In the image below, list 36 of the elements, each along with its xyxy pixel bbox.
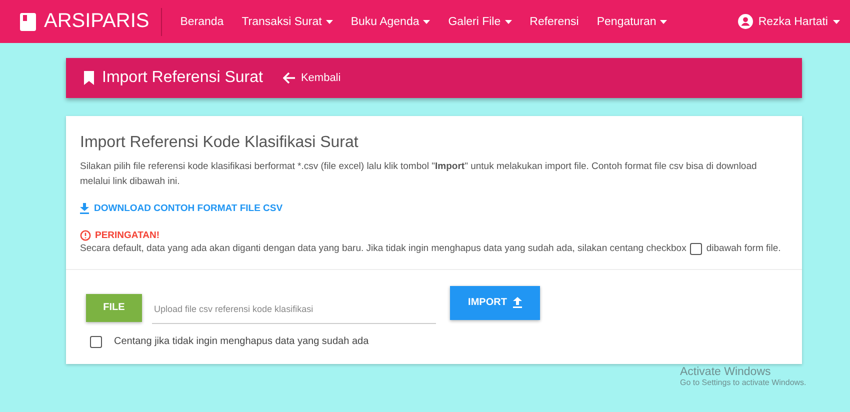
warning-text: Secara default, data yang ada akan diganti dengan data yang baru. Jika tidak ingin menghapus data yang sudah ada, silakan centang checkbox	[80, 243, 686, 254]
brand-logo[interactable]: ARSIPARIS	[20, 8, 162, 36]
file-button[interactable]: FILE	[86, 294, 142, 322]
card-title: Import Referensi Kode Klasifikasi Surat	[80, 134, 360, 152]
user-icon	[738, 14, 754, 29]
caret-icon	[423, 20, 430, 24]
checkbox-label: Centang jika tidak ingin menghapus data yang sudah ada	[114, 336, 369, 348]
page-title-text: Import Referensi Surat	[102, 69, 263, 87]
keep-data-checkbox[interactable]	[90, 336, 102, 348]
nav-item[interactable]: Buku Agenda	[350, 16, 430, 28]
nav-item[interactable]: Galeri File	[448, 16, 512, 28]
caret-icon	[326, 20, 333, 24]
download-link[interactable]: DOWNLOAD CONTOH FORMAT FILE CSV	[80, 203, 283, 214]
nav-item[interactable]: Transaksi Surat	[242, 16, 333, 28]
download-icon	[80, 203, 89, 214]
bookmark-icon	[84, 71, 94, 85]
description: Silakan pilih file referensi kode klasifikasi berformat *.csv (file excel) lalu klik tombol "Import" untuk melakukan import file. Contoh format file csv bisa di download melalui link dibawah ini.	[80, 160, 758, 190]
alert-icon	[80, 230, 91, 242]
caret-icon	[504, 20, 512, 24]
upload-icon	[512, 297, 522, 308]
nav-item[interactable]: Beranda	[180, 16, 224, 28]
activation-notice-title: Activate Windows	[680, 366, 772, 378]
warning-text: dibawah form file.	[706, 243, 781, 254]
arrow-left-icon	[282, 72, 296, 84]
caret-icon	[660, 20, 668, 24]
user-menu[interactable]: Rezka Hartati	[738, 14, 840, 29]
activation-notice-text: Go to Settings to activate Windows.	[680, 378, 806, 387]
back-link[interactable]: Kembali	[282, 72, 341, 84]
book-icon	[20, 12, 36, 30]
checkbox-icon	[690, 242, 702, 255]
import-button[interactable]: IMPORT	[450, 286, 540, 320]
caret-icon	[833, 20, 840, 24]
brand-name: ARSIPARIS	[44, 10, 150, 33]
warning-label: PERINGATAN!	[95, 230, 160, 242]
nav-item[interactable]: Referensi	[530, 16, 579, 28]
nav-item[interactable]: Pengaturan	[596, 16, 668, 28]
